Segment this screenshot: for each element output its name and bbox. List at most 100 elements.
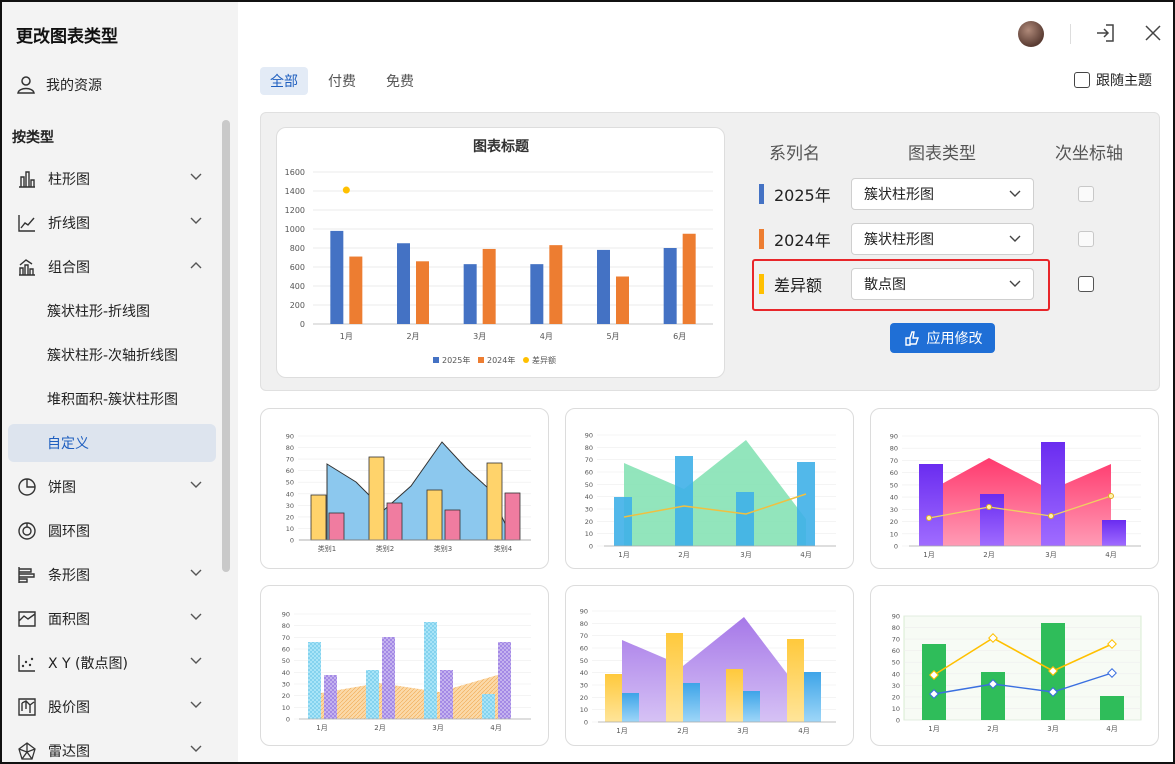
chevron-down-icon[interactable] bbox=[190, 745, 202, 753]
x-tick-label: 类别4 bbox=[494, 544, 513, 553]
sidebar-item-label: 折线图 bbox=[48, 216, 90, 232]
chevron-down-icon[interactable] bbox=[190, 173, 202, 181]
y-tick-label: 10 bbox=[282, 704, 290, 712]
y-tick-label: 20 bbox=[282, 692, 290, 700]
follow-theme-toggle[interactable]: 跟随主题 bbox=[1074, 70, 1152, 90]
follow-theme-checkbox[interactable] bbox=[1074, 72, 1090, 88]
sidebar-item-donut-chart[interactable]: 圆环图 bbox=[8, 512, 216, 550]
series-color-swatch bbox=[759, 229, 764, 249]
chevron-down-icon[interactable] bbox=[190, 657, 202, 665]
sidebar-item-stock-chart[interactable]: 股价图 bbox=[8, 688, 216, 726]
apply-icon bbox=[904, 331, 919, 346]
sidebar-item-label: 饼图 bbox=[48, 480, 76, 496]
y-tick-label: 70 bbox=[580, 632, 588, 640]
y-tick-label: 50 bbox=[580, 657, 588, 665]
line-chart-icon bbox=[16, 212, 38, 234]
close-icon[interactable] bbox=[1144, 24, 1162, 42]
bar-2024年 bbox=[549, 245, 563, 324]
sidebar-item-hbar-chart[interactable]: 条形图 bbox=[8, 556, 216, 594]
sidebar-item-radar-chart[interactable]: 雷达图 bbox=[8, 732, 216, 762]
sidebar-item-bar-chart[interactable]: 柱形图 bbox=[8, 160, 216, 198]
chevron-down-icon[interactable] bbox=[190, 217, 202, 225]
y-tick-label: 20 bbox=[892, 693, 900, 701]
sidebar-item-label: 面积图 bbox=[48, 612, 90, 628]
chevron-down-icon[interactable] bbox=[190, 569, 202, 577]
chart-type-select-2024[interactable]: 簇状柱形图 bbox=[851, 223, 1034, 255]
bar-2025年 bbox=[330, 230, 344, 324]
chevron-down-icon[interactable] bbox=[190, 701, 202, 709]
sidebar-subitem-clustered-column-secondary-line[interactable]: 簇状柱形-次轴折线图 bbox=[8, 336, 216, 374]
legend-label: 差异额 bbox=[532, 355, 556, 365]
y-tick-label: 50 bbox=[585, 481, 593, 489]
sidebar-item-scatter-chart[interactable]: X Y (散点图) bbox=[8, 644, 216, 682]
bar-2025年 bbox=[530, 264, 544, 324]
sidebar-item-area-chart[interactable]: 面积图 bbox=[8, 600, 216, 638]
y-tick-label: 40 bbox=[580, 669, 588, 677]
sidebar-item-line-chart[interactable]: 折线图 bbox=[8, 204, 216, 242]
template-thumbnail: 0 10 20 30 40 50 60 70 80 90 1月 2月 3月 4月 bbox=[282, 611, 531, 732]
sidebar-item-label: 雷达图 bbox=[48, 744, 90, 760]
bar-2024年 bbox=[349, 256, 363, 324]
x-tick-label: 2月 bbox=[374, 724, 385, 732]
sidebar-subitem-clustered-column-line[interactable]: 簇状柱形-折线图 bbox=[8, 292, 216, 330]
x-tick-label: 3月 bbox=[1047, 725, 1058, 733]
dialog-title: 更改图表类型 bbox=[16, 27, 118, 47]
y-tick-label: 10 bbox=[580, 706, 588, 714]
chevron-up-icon[interactable] bbox=[190, 261, 202, 269]
series-name: 2025年 bbox=[774, 186, 831, 205]
tab-free[interactable]: 免费 bbox=[376, 67, 424, 95]
chart-type-value: 簇状柱形图 bbox=[864, 232, 934, 248]
y-tick-label: 80 bbox=[892, 624, 900, 632]
secondary-axis-checkbox-difference[interactable] bbox=[1078, 276, 1094, 292]
secondary-axis-checkbox-2025[interactable] bbox=[1078, 186, 1094, 202]
sidebar-scrollbar[interactable] bbox=[222, 120, 230, 572]
template-card-6[interactable]: 0 10 20 30 40 50 60 70 80 90 1月 2月 3月 4月 bbox=[870, 585, 1159, 746]
series-name-header: 系列名 bbox=[769, 144, 820, 164]
y-tick-label: 50 bbox=[282, 657, 290, 665]
template-card-1[interactable]: 0 10 20 30 40 50 60 70 80 90 类别1 类别2 类别3 类别4 bbox=[260, 408, 549, 569]
secondary-axis-checkbox-2024[interactable] bbox=[1078, 231, 1094, 247]
by-type-heading: 按类型 bbox=[12, 130, 54, 146]
y-tick-label: 30 bbox=[892, 682, 900, 690]
x-tick-label: 类别2 bbox=[376, 544, 394, 553]
x-tick-label: 1月 bbox=[618, 551, 629, 559]
my-resources-item[interactable]: 我的资源 bbox=[16, 72, 102, 98]
x-tick-label: 3月 bbox=[473, 332, 486, 341]
y-tick-label: 0 bbox=[894, 543, 898, 551]
chevron-down-icon[interactable] bbox=[190, 481, 202, 489]
y-tick-label: 0 bbox=[286, 716, 290, 724]
hbar-chart-icon bbox=[16, 564, 38, 586]
x-tick-label: 4月 bbox=[800, 551, 811, 559]
avatar[interactable] bbox=[1018, 21, 1044, 47]
sidebar-item-label: X Y (散点图) bbox=[48, 656, 128, 672]
template-thumbnail: 0 10 20 30 40 50 60 70 80 90 1月 2月 3月 4月 bbox=[892, 613, 1142, 733]
y-tick-label: 90 bbox=[282, 611, 290, 619]
sidebar-subitem-stacked-area-clustered-column[interactable]: 堆积面积-簇状柱形图 bbox=[8, 380, 216, 418]
chart-type-select-2025[interactable]: 簇状柱形图 bbox=[851, 178, 1034, 210]
divider bbox=[1070, 24, 1071, 44]
apply-changes-button[interactable]: 应用修改 bbox=[890, 323, 995, 353]
legend-marker bbox=[478, 357, 484, 363]
chevron-down-icon bbox=[1009, 190, 1021, 197]
bar-2024年 bbox=[482, 248, 496, 324]
logout-icon[interactable] bbox=[1094, 22, 1116, 44]
follow-theme-label: 跟随主题 bbox=[1096, 73, 1152, 89]
chevron-down-icon[interactable] bbox=[190, 613, 202, 621]
y-tick-label: 0 bbox=[300, 320, 305, 329]
sidebar-subitem-custom[interactable]: 自定义 bbox=[8, 424, 216, 462]
tab-paid[interactable]: 付费 bbox=[318, 67, 366, 95]
template-thumbnail: 0 10 20 30 40 50 60 70 80 90 1月 2月 3月 4月 bbox=[890, 433, 1141, 559]
sidebar-item-pie-chart[interactable]: 饼图 bbox=[8, 468, 216, 506]
template-card-4[interactable]: 0 10 20 30 40 50 60 70 80 90 1月 2月 3月 4月 bbox=[260, 585, 549, 746]
template-card-3[interactable]: 0 10 20 30 40 50 60 70 80 90 1月 2月 3月 4月 bbox=[870, 408, 1159, 569]
template-thumbnail: 0 10 20 30 40 50 60 70 80 90 类别1 类别2 类别3 类别4 bbox=[286, 433, 531, 553]
y-tick-label: 40 bbox=[286, 490, 294, 498]
x-tick-label: 4月 bbox=[490, 724, 501, 732]
template-card-2[interactable]: 0 10 20 30 40 50 60 70 80 90 1月 2月 3月 4月 bbox=[565, 408, 854, 569]
tab-all[interactable]: 全部 bbox=[260, 67, 308, 95]
y-tick-label: 40 bbox=[585, 493, 593, 501]
sidebar-subitem-label: 堆积面积-簇状柱形图 bbox=[47, 392, 179, 408]
template-card-5[interactable]: 0 10 20 30 40 50 60 70 80 90 1月 2月 3月 4月 bbox=[565, 585, 854, 746]
sidebar-subitem-label: 簇状柱形-折线图 bbox=[47, 304, 151, 320]
sidebar-item-combo-chart[interactable]: 组合图 bbox=[8, 248, 216, 286]
